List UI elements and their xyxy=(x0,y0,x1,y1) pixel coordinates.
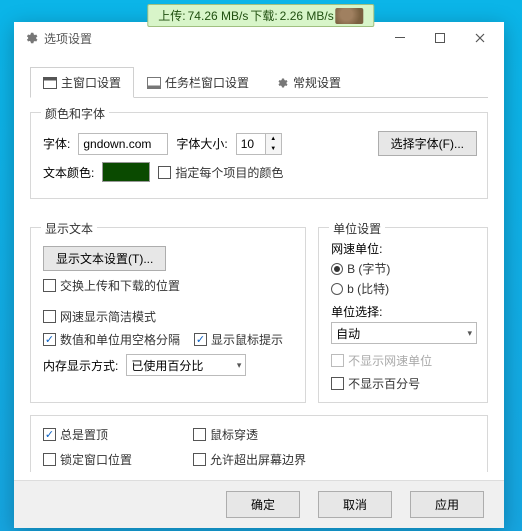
group-unit-settings: 单位设置 网速单位: B (字节) b (比特) 单位选择: 自动 ▾ 不显 xyxy=(318,227,488,403)
tab-bar: 主窗口设置 任务栏窗口设置 常规设置 xyxy=(30,66,488,98)
spinner-down-icon[interactable]: ▼ xyxy=(266,144,281,154)
checkbox-icon xyxy=(43,310,56,323)
apply-button[interactable]: 应用 xyxy=(410,491,484,518)
tab-taskbar-window[interactable]: 任务栏窗口设置 xyxy=(134,67,262,98)
group-legend: 单位设置 xyxy=(329,220,385,237)
checkbox-swap-ul-dl[interactable]: 交换上传和下载的位置 xyxy=(43,277,180,294)
close-button[interactable] xyxy=(460,24,500,52)
checkbox-icon xyxy=(193,428,206,441)
memory-display-select[interactable]: 已使用百分比 ▾ xyxy=(126,354,246,376)
checkbox-icon xyxy=(193,453,206,466)
checkbox-lock-position[interactable]: 锁定窗口位置 xyxy=(43,451,193,468)
checkbox-icon xyxy=(43,279,56,292)
checkbox-icon xyxy=(158,166,171,179)
chevron-down-icon: ▾ xyxy=(467,328,472,339)
maximize-button[interactable] xyxy=(420,24,460,52)
unit-select[interactable]: 自动 ▾ xyxy=(331,322,477,344)
download-value: 2.26 MB/s xyxy=(280,9,334,23)
dialog-footer: 确定 取消 应用 xyxy=(14,480,504,528)
font-size-value[interactable] xyxy=(237,134,265,154)
radio-unit-bit[interactable]: b (比特) xyxy=(331,280,477,297)
ok-button[interactable]: 确定 xyxy=(226,491,300,518)
memory-display-label: 内存显示方式: xyxy=(43,357,118,374)
checkbox-checked-icon: ✓ xyxy=(43,333,56,346)
checkbox-hide-net-unit: 不显示网速单位 xyxy=(331,352,477,369)
content-area: 主窗口设置 任务栏窗口设置 常规设置 颜色和字体 字体: 字体大小: ▲ xyxy=(14,54,504,480)
tab-main-window[interactable]: 主窗口设置 xyxy=(30,67,134,98)
text-color-swatch[interactable] xyxy=(102,162,150,182)
gear-icon xyxy=(24,31,38,45)
radio-unit-byte[interactable]: B (字节) xyxy=(331,260,477,277)
checkbox-specify-each-color[interactable]: 指定每个项目的颜色 xyxy=(158,164,283,181)
font-size-spinner[interactable]: ▲ ▼ xyxy=(236,133,282,155)
font-size-label: 字体大小: xyxy=(176,135,227,152)
radio-icon xyxy=(331,283,343,295)
checkbox-icon xyxy=(331,354,344,367)
cancel-button[interactable]: 取消 xyxy=(318,491,392,518)
net-unit-label: 网速单位: xyxy=(331,240,477,257)
group-color-font: 颜色和字体 字体: 字体大小: ▲ ▼ 选择字体(F)... 文本颜色: xyxy=(30,112,488,199)
checkbox-hide-percent[interactable]: 不显示百分号 xyxy=(331,375,477,392)
display-text-settings-button[interactable]: 显示文本设置(T)... xyxy=(43,246,166,271)
checkbox-always-on-top[interactable]: ✓ 总是置顶 xyxy=(43,426,193,443)
font-input[interactable] xyxy=(78,133,168,155)
upload-value: 74.26 MB/s xyxy=(188,9,249,23)
tab-general[interactable]: 常规设置 xyxy=(262,67,354,98)
unit-select-label: 单位选择: xyxy=(331,303,477,320)
upload-label: 上传: xyxy=(158,7,185,24)
group-display-text: 显示文本 显示文本设置(T)... 交换上传和下载的位置 网速显示简洁模式 xyxy=(30,227,306,403)
checkbox-checked-icon: ✓ xyxy=(194,333,207,346)
font-label: 字体: xyxy=(43,135,70,152)
checkbox-simple-netspeed[interactable]: 网速显示简洁模式 xyxy=(43,308,156,325)
text-color-label: 文本颜色: xyxy=(43,164,94,181)
gear-icon xyxy=(275,77,289,89)
checkbox-space-separator[interactable]: ✓ 数值和单位用空格分隔 xyxy=(43,331,180,348)
net-speed-overlay: 上传: 74.26 MB/s 下载: 2.26 MB/s xyxy=(147,4,374,27)
group-legend: 显示文本 xyxy=(41,220,97,237)
checkbox-icon xyxy=(43,453,56,466)
group-window-options: ✓ 总是置顶 鼠标穿透 锁定窗口位置 允许超出屏幕边界 xyxy=(30,415,488,472)
minimize-button[interactable] xyxy=(380,24,420,52)
checkbox-mouse-through[interactable]: 鼠标穿透 xyxy=(193,426,343,443)
group-legend: 颜色和字体 xyxy=(41,105,109,122)
overlay-decoration-icon xyxy=(336,8,364,24)
settings-window: 选项设置 主窗口设置 任务栏窗口设置 xyxy=(14,22,504,528)
taskbar-icon xyxy=(147,77,161,89)
radio-checked-icon xyxy=(331,263,343,275)
window-title: 选项设置 xyxy=(44,30,92,47)
checkbox-checked-icon: ✓ xyxy=(43,428,56,441)
choose-font-button[interactable]: 选择字体(F)... xyxy=(378,131,477,156)
window-icon xyxy=(43,77,57,89)
checkbox-icon xyxy=(331,377,344,390)
chevron-down-icon: ▾ xyxy=(237,360,242,371)
checkbox-show-tooltip[interactable]: ✓ 显示鼠标提示 xyxy=(194,331,283,348)
checkbox-allow-offscreen[interactable]: 允许超出屏幕边界 xyxy=(193,451,343,468)
spinner-up-icon[interactable]: ▲ xyxy=(266,134,281,144)
download-label: 下载: xyxy=(250,7,277,24)
